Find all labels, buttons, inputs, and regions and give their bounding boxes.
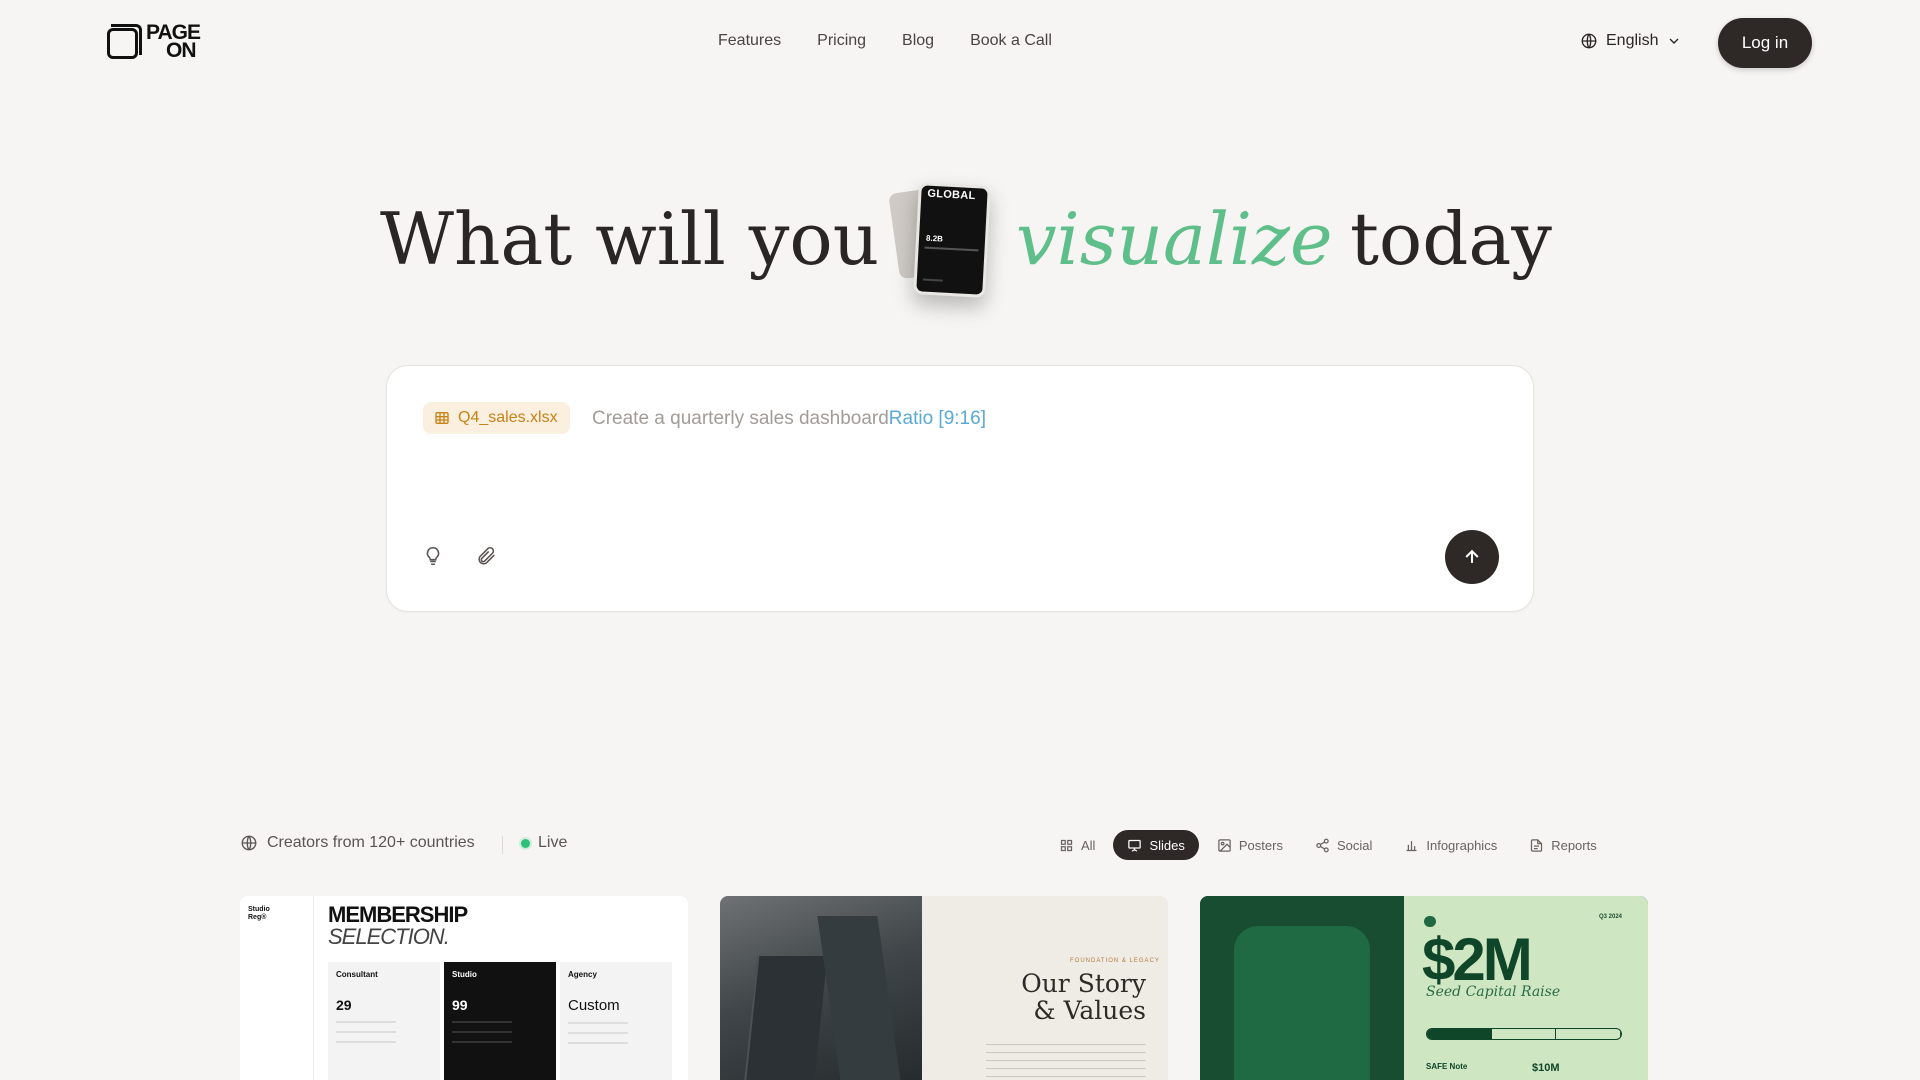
logo-text: PAGE ON: [146, 21, 201, 62]
card-subtitle: SELECTION.: [328, 924, 450, 949]
share-icon: [1316, 838, 1329, 852]
filter-infographics[interactable]: Infographics: [1390, 830, 1511, 860]
card-kicker: FOUNDATION & LEGACY: [1070, 958, 1160, 964]
plan-column: Studio 99: [444, 962, 556, 1080]
card-studio-label: Studio Reg®: [248, 906, 270, 921]
image-icon: [1218, 838, 1231, 852]
live-label: Live: [538, 834, 568, 851]
hero-text-highlight: visualize: [1016, 197, 1333, 281]
hero-text-start: What will you: [380, 197, 880, 281]
ideas-button[interactable]: [419, 542, 447, 570]
pageon-logo[interactable]: PAGE ON: [107, 21, 201, 62]
filter-reports[interactable]: Reports: [1515, 830, 1611, 860]
card-year: Q3 2024: [1598, 914, 1622, 920]
card-subtitle: Seed Capital Raise: [1426, 984, 1561, 1000]
nav-links: Features Pricing Blog Book a Call: [718, 32, 1088, 50]
send-button[interactable]: [1445, 530, 1499, 584]
card-instrument: SAFE Note: [1426, 1062, 1468, 1071]
building-photo: [720, 896, 922, 1080]
allocation-bar: [1426, 1028, 1622, 1040]
spreadsheet-icon: [435, 412, 449, 424]
presentation-icon: [1128, 839, 1142, 852]
filter-social[interactable]: Social: [1301, 830, 1386, 860]
attach-button[interactable]: [472, 542, 500, 570]
login-button[interactable]: Log in: [1718, 18, 1812, 68]
plan-column: Agency Custom: [560, 962, 672, 1080]
language-selector[interactable]: English: [1580, 32, 1682, 50]
nav-link-book-a-call[interactable]: Book a Call: [970, 32, 1052, 50]
logo-mark-icon: [107, 24, 143, 60]
ratio-tag[interactable]: Ratio [9:16]: [889, 408, 986, 429]
nav-link-pricing[interactable]: Pricing: [817, 32, 866, 50]
card-amount: $2M: [1422, 926, 1533, 993]
plan-column: Consultant 29: [328, 962, 440, 1080]
hero-text-end: today: [1350, 197, 1552, 281]
arrow-up-icon: [1465, 549, 1479, 563]
prompt-card: Q4_sales.xlsx Create a quarterly sales d…: [386, 365, 1534, 612]
paperclip-icon: [478, 546, 495, 565]
globe-icon: [241, 835, 257, 851]
attached-file-chip[interactable]: Q4_sales.xlsx: [423, 402, 570, 434]
nav-link-blog[interactable]: Blog: [902, 32, 934, 50]
gallery-toolbar: Creators from 120+ countries Live All Sl…: [0, 830, 1920, 860]
document-icon: [1531, 838, 1543, 852]
template-card-story[interactable]: FOUNDATION & LEGACY Our Story & Values: [720, 896, 1168, 1080]
filter-all[interactable]: All: [1045, 830, 1109, 860]
creators-info: Creators from 120+ countries: [240, 834, 475, 852]
nav-link-features[interactable]: Features: [718, 32, 781, 50]
template-card-membership[interactable]: Studio Reg® MEMBERSHIP SELECTION. Consul…: [240, 896, 688, 1080]
prompt-input[interactable]: Create a quarterly sales dashboardRatio …: [592, 408, 986, 430]
category-filters: All Slides Posters Social Infographics R…: [1045, 830, 1615, 860]
template-card-seed[interactable]: Q3 2024 $2M Seed Capital Raise SAFE Note…: [1200, 896, 1648, 1080]
attached-file-name: Q4_sales.xlsx: [458, 409, 558, 426]
chevron-down-icon: [1670, 38, 1679, 44]
lightbulb-icon: [426, 546, 440, 566]
card-title: MEMBERSHIP: [328, 902, 468, 927]
filter-slides[interactable]: Slides: [1113, 830, 1199, 860]
language-label: English: [1606, 32, 1659, 49]
phone-illustration: GLOBAL 8.2B: [888, 180, 1000, 305]
phone-value: 8.2B: [925, 233, 944, 244]
top-nav: PAGE ON Features Pricing Blog Book a Cal…: [0, 0, 1920, 86]
grid-icon: [1060, 839, 1073, 851]
filter-posters[interactable]: Posters: [1203, 830, 1297, 860]
card-valuation: $10M: [1532, 1062, 1560, 1074]
arch-graphic: [1234, 926, 1370, 1080]
hero-heading: What will you GLOBAL 8.2B visualize toda…: [0, 180, 1920, 300]
card-body-text: [986, 1044, 1146, 1080]
live-indicator: Live: [521, 834, 567, 852]
bar-chart-icon: [1406, 840, 1417, 851]
live-dot-icon: [521, 838, 530, 848]
prompt-text: Create a quarterly sales dashboard: [592, 408, 889, 429]
divider: [502, 836, 503, 854]
card-title: Our Story & Values: [1021, 969, 1146, 1025]
creators-text: Creators from 120+ countries: [267, 834, 475, 851]
globe-icon: [1581, 33, 1597, 49]
